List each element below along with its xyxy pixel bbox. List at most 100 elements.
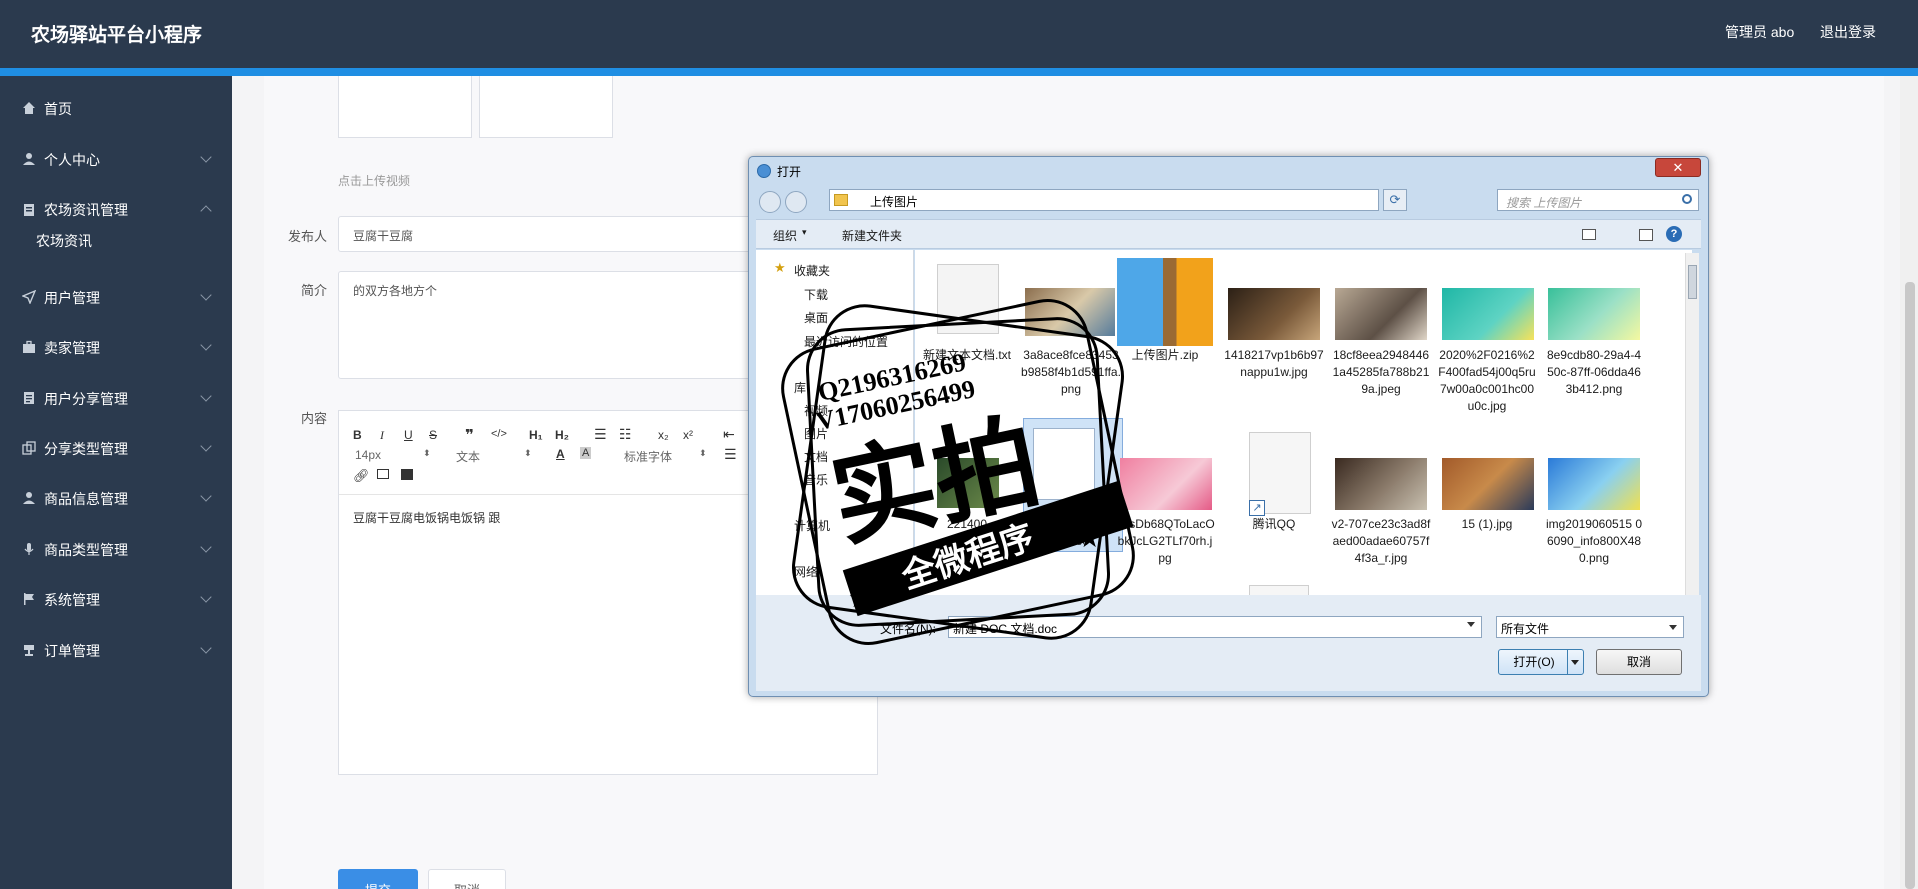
align-icon[interactable]: ☰	[724, 446, 737, 463]
sidebar-item-product-type[interactable]: 商品类型管理	[0, 531, 232, 569]
file-list-scrollbar[interactable]	[1685, 253, 1699, 595]
font-color-icon[interactable]: A	[556, 447, 565, 461]
font-family-select[interactable]: 标准字体	[624, 448, 672, 465]
file-item[interactable]: 上传图片.zip	[1115, 347, 1215, 364]
nav-recent[interactable]: 最近访问的位置	[804, 333, 888, 350]
video-upload-slot[interactable]	[479, 76, 613, 138]
preview-pane-icon[interactable]	[1639, 229, 1653, 241]
image-icon[interactable]	[377, 469, 389, 479]
file-item[interactable]: 15 (1).jpg	[1437, 516, 1537, 533]
nav-network[interactable]: 网络	[794, 563, 818, 580]
quote-icon[interactable]: ❞	[465, 426, 474, 444]
sidebar-item-home[interactable]: 首页	[0, 90, 232, 128]
refresh-icon[interactable]: ⟳	[1383, 189, 1407, 211]
editor-content[interactable]: 豆腐干豆腐电饭锅电饭锅 跟	[353, 509, 500, 526]
sidebar-item-sellers[interactable]: 卖家管理	[0, 329, 232, 367]
italic-icon[interactable]: I	[380, 428, 384, 443]
filename-input[interactable]: 新建 DOC 文档.doc	[948, 616, 1482, 638]
filetype-select[interactable]: 所有文件	[1496, 616, 1684, 638]
sidebar-item-system[interactable]: 系统管理	[0, 581, 232, 619]
subscript-icon[interactable]: x₂	[658, 428, 669, 442]
file-item[interactable]: FosDb68QToLacObkJcLG2TLf70rh.jpg	[1115, 516, 1215, 567]
nav-documents[interactable]: 文档	[804, 448, 828, 465]
sidebar-item-orders[interactable]: 订单管理	[0, 632, 232, 670]
file-item[interactable]: v2-707ce23c3ad8faed00adae60757f4f3a_r.jp…	[1331, 516, 1431, 567]
nav-desktop[interactable]: 桌面	[804, 309, 828, 326]
heading2-icon[interactable]: H₂	[555, 428, 569, 442]
help-icon[interactable]: ?	[1666, 226, 1682, 242]
file-item[interactable]: 2020%2F0216%2F400fad54j00q5ru7w00a0c001h…	[1437, 347, 1537, 415]
back-arrow-icon[interactable]	[759, 191, 781, 213]
page-scrollbar-thumb[interactable]	[1905, 282, 1915, 889]
file-item[interactable]: img2019060515 06090_info800X480.png	[1544, 516, 1644, 567]
sidebar-item-share-type[interactable]: 分享类型管理	[0, 430, 232, 468]
partial-file-icon	[1249, 585, 1309, 595]
file-item[interactable]: 新建文本文档.txt	[917, 347, 1017, 364]
organize-menu[interactable]: 组织	[773, 227, 797, 244]
font-size-select[interactable]: 14px	[355, 448, 381, 462]
file-item-selected[interactable]: 新建 DOC 文档.doc	[1021, 516, 1121, 550]
microphone-icon	[24, 543, 34, 555]
file-item[interactable]: 18cf8eea29484461a45285fa788b219a.jpeg	[1331, 347, 1431, 398]
sidebar-item-product-info[interactable]: 商品信息管理	[0, 480, 232, 518]
underline-icon[interactable]: U	[404, 428, 413, 442]
accent-strip	[0, 68, 1918, 76]
logout-link[interactable]: 退出登录	[1820, 22, 1876, 42]
open-dropdown-arrow-icon[interactable]	[1571, 660, 1579, 665]
close-icon[interactable]: ✕	[1655, 158, 1701, 177]
view-options-icon[interactable]	[1582, 229, 1596, 240]
nav-pictures[interactable]: 图片	[804, 425, 828, 442]
link-icon[interactable]: 🔗︎	[353, 468, 370, 484]
file-list-scrollbar-thumb[interactable]	[1688, 265, 1697, 299]
cancel-button[interactable]: 取消	[428, 869, 506, 889]
open-button-label: 打开(O)	[1513, 655, 1555, 669]
sidebar-item-personal[interactable]: 个人中心	[0, 141, 232, 179]
submit-button[interactable]: 提交	[338, 869, 418, 889]
background-color-icon[interactable]: A	[580, 447, 592, 459]
image-upload-slot[interactable]	[338, 76, 472, 138]
sidebar-item-users[interactable]: 用户管理	[0, 279, 232, 317]
sidebar-item-label: 分享类型管理	[44, 441, 128, 457]
intro-textarea[interactable]: 的双方各地方个	[338, 271, 758, 379]
dialog-app-icon	[757, 164, 771, 178]
nav-computer[interactable]: 计算机	[794, 517, 830, 534]
filetype-value: 所有文件	[1501, 622, 1550, 636]
document-icon	[24, 392, 34, 404]
sidebar-item-farm-news[interactable]: 农场资讯管理	[0, 191, 232, 229]
forward-arrow-icon[interactable]	[785, 191, 807, 213]
file-item[interactable]: 221400	[917, 516, 1017, 533]
search-input[interactable]: 搜索 上传图片	[1497, 189, 1699, 211]
heading1-icon[interactable]: H₁	[529, 428, 543, 442]
file-item[interactable]: 8e9cdb80-29a4-450c-87ff-06dda463b412.png	[1544, 347, 1644, 398]
new-folder-button[interactable]: 新建文件夹	[842, 227, 902, 244]
sidebar: 首页 个人中心 农场资讯管理 农场资讯 用户管理 卖家管理 用户分享管理 分享类…	[0, 76, 232, 889]
sidebar-subitem-farm-news[interactable]: 农场资讯	[36, 231, 92, 251]
bullet-list-icon[interactable]: ☷	[619, 426, 632, 443]
nav-music[interactable]: 音乐	[804, 471, 828, 488]
video-icon[interactable]	[401, 469, 413, 480]
chevron-down-icon[interactable]	[1467, 622, 1475, 627]
nav-favorites[interactable]: 收藏夹	[794, 262, 830, 279]
code-icon[interactable]: </>	[491, 428, 507, 440]
file-thumbnail	[1442, 458, 1534, 510]
nav-library[interactable]: 库	[794, 379, 806, 396]
ordered-list-icon[interactable]: ☰	[594, 426, 607, 443]
nav-videos[interactable]: 视频	[804, 402, 828, 419]
sidebar-item-user-share[interactable]: 用户分享管理	[0, 380, 232, 418]
file-item[interactable]: 腾讯QQ	[1224, 516, 1324, 533]
block-type-select[interactable]: 文本	[456, 448, 480, 465]
nav-downloads[interactable]: 下载	[804, 286, 828, 303]
search-icon[interactable]	[1682, 194, 1692, 204]
file-thumbnail	[1548, 458, 1640, 510]
publisher-input[interactable]: 豆腐干豆腐	[338, 216, 758, 252]
indent-icon[interactable]: ⇤	[723, 426, 735, 443]
address-bar[interactable]: 上传图片	[829, 189, 1379, 211]
superscript-icon[interactable]: x²	[683, 428, 693, 442]
strikethrough-icon[interactable]: S	[429, 428, 437, 442]
bold-icon[interactable]: B	[353, 428, 362, 442]
file-item[interactable]: 1418217vp1b6b97nappu1w.jpg	[1224, 347, 1324, 381]
file-open-dialog: 打开 ✕ 上传图片 ⟳ 搜索 上传图片 组织 ▾ 新建文件夹 ? 收藏夹 ★ 下…	[748, 156, 1709, 697]
dialog-cancel-button[interactable]: 取消	[1596, 649, 1682, 675]
file-item[interactable]: 3a8ace8fce83453b9858f4b1d591ffa.png	[1021, 347, 1121, 398]
breadcrumb[interactable]: 上传图片	[870, 193, 918, 210]
